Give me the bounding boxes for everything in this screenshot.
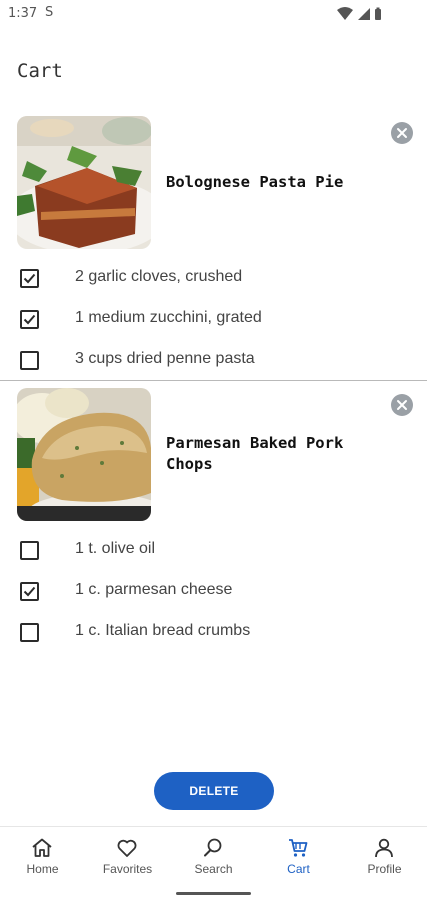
- recipe-image-bolognese[interactable]: [17, 116, 151, 249]
- status-time: 1:37: [8, 6, 38, 21]
- cart-icon: [289, 839, 308, 857]
- bottom-navigation: Home Favorites Search Cart Profile: [0, 826, 427, 900]
- ingredient-label: 3 cups dried penne pasta: [75, 350, 255, 367]
- ingredient-checkbox[interactable]: [20, 351, 39, 370]
- gesture-home-indicator[interactable]: [176, 892, 251, 895]
- nav-cart[interactable]: Cart: [256, 827, 341, 887]
- recipe-title: Parmesan Baked Pork Chops: [166, 434, 344, 473]
- nav-favorites[interactable]: Favorites: [85, 827, 170, 887]
- close-icon: [397, 128, 407, 138]
- ingredient-checkbox-checked[interactable]: [20, 582, 39, 601]
- recipe-image-pork-chops[interactable]: [17, 388, 151, 521]
- ingredient-checkbox-checked[interactable]: [20, 310, 39, 329]
- delete-button[interactable]: DELETE: [154, 772, 274, 810]
- ingredient-row[interactable]: 2 garlic cloves, crushed: [0, 262, 427, 303]
- wifi-icon: [337, 7, 353, 20]
- remove-recipe-button[interactable]: [391, 122, 413, 144]
- close-icon: [397, 400, 407, 410]
- ingredient-row[interactable]: 1 c. Italian bread crumbs: [0, 616, 427, 657]
- ingredient-label: 1 c. Italian bread crumbs: [75, 622, 251, 639]
- check-icon: [23, 586, 36, 597]
- nav-label: Search: [194, 862, 233, 876]
- check-icon: [23, 314, 36, 325]
- recipe-divider: [0, 380, 427, 381]
- ingredient-row[interactable]: 1 medium zucchini, grated: [0, 303, 427, 344]
- ingredient-checkbox[interactable]: [20, 541, 39, 560]
- signal-icon: [358, 8, 370, 20]
- ingredient-label: 2 garlic cloves, crushed: [75, 268, 243, 285]
- person-icon: [375, 838, 393, 858]
- search-icon: [204, 838, 222, 857]
- nav-profile[interactable]: Profile: [342, 827, 427, 887]
- home-icon: [32, 838, 52, 857]
- ingredient-row[interactable]: 1 t. olive oil: [0, 534, 427, 575]
- s-notification-icon: S: [45, 5, 54, 20]
- nav-label: Home: [26, 862, 59, 876]
- battery-icon: [375, 7, 381, 20]
- remove-recipe-button[interactable]: [391, 394, 413, 416]
- ingredient-row[interactable]: 1 c. parmesan cheese: [0, 575, 427, 616]
- status-bar: 1:37 S: [0, 0, 427, 30]
- status-icons: [337, 7, 397, 21]
- nav-search[interactable]: Search: [171, 827, 256, 887]
- nav-home[interactable]: Home: [0, 827, 85, 887]
- nav-label: Profile: [367, 862, 402, 876]
- ingredient-label: 1 t. olive oil: [75, 540, 156, 557]
- ingredient-row[interactable]: 3 cups dried penne pasta: [0, 344, 427, 385]
- ingredient-label: 1 c. parmesan cheese: [75, 581, 233, 598]
- ingredient-checkbox[interactable]: [20, 623, 39, 642]
- nav-label: Favorites: [102, 862, 153, 876]
- nav-label: Cart: [287, 862, 310, 876]
- page-title: Cart: [17, 60, 63, 82]
- check-icon: [23, 273, 36, 284]
- heart-icon: [117, 839, 137, 857]
- ingredient-checkbox-checked[interactable]: [20, 269, 39, 288]
- recipe-title: Bolognese Pasta Pie: [166, 173, 344, 191]
- ingredient-label: 1 medium zucchini, grated: [75, 309, 262, 326]
